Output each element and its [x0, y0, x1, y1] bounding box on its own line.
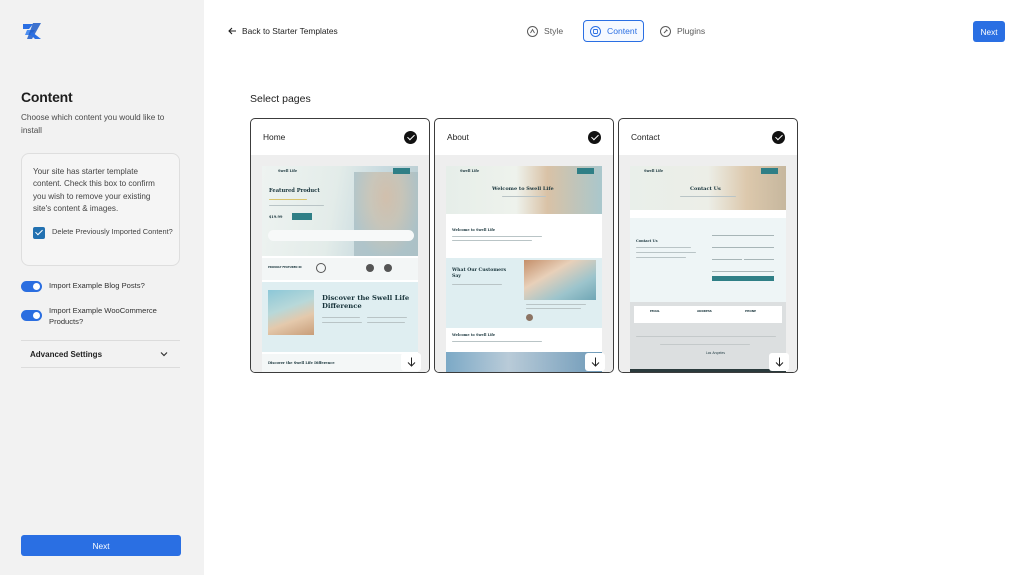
preview-heading: Contact Us [690, 186, 721, 192]
preview-heading: Featured Product [269, 188, 320, 194]
divider [21, 367, 180, 368]
brand-name: Swell Life [644, 169, 664, 173]
back-label: Back to Starter Templates [242, 26, 338, 36]
email-label: EMAIL [650, 309, 660, 313]
preview-subheading: Welcome to Swell Life [452, 228, 496, 232]
card-header: Home [251, 119, 429, 155]
preview-subheading: Contact Us [636, 239, 658, 243]
page-preview: Swell Life Contact Us Contact Us EMAIL A… [619, 155, 797, 372]
download-arrow-icon[interactable] [401, 353, 421, 371]
phone-label: PHONE [745, 309, 757, 313]
import-blog-toggle-row[interactable]: Import Example Blog Posts? [21, 280, 181, 292]
sidebar-title: Content [21, 89, 73, 105]
download-arrow-icon[interactable] [585, 353, 605, 371]
map-city-label: Los Angeles [706, 351, 726, 355]
brand-name: Swell Life [460, 169, 480, 173]
import-blog-label: Import Example Blog Posts? [49, 281, 145, 290]
top-next-button[interactable]: Next [973, 21, 1005, 42]
style-step-icon [527, 25, 538, 37]
selected-check-icon[interactable] [404, 130, 417, 144]
back-to-templates-link[interactable]: Back to Starter Templates [228, 26, 338, 36]
brand-logo-icon [23, 23, 41, 39]
page-preview: Swell Life Featured Product $19.99 PROUD… [251, 155, 429, 372]
chevron-down-icon[interactable] [160, 350, 168, 358]
step-plugins[interactable]: Plugins [654, 20, 711, 42]
preview-heading: Welcome to Swell Life [492, 186, 554, 192]
content-step-icon [590, 25, 601, 37]
card-header: Contact [619, 119, 797, 155]
contact-preview-image: Swell Life Contact Us Contact Us EMAIL A… [630, 166, 786, 372]
existing-content-notice: Your site has starter template content. … [21, 153, 180, 266]
import-woo-toggle-row[interactable]: Import Example WooCommerce Products? [21, 305, 181, 327]
select-pages-heading: Select pages [250, 93, 311, 105]
home-preview-image: Swell Life Featured Product $19.99 PROUD… [262, 166, 418, 372]
sidebar: Content Choose which content you would l… [0, 0, 204, 575]
advanced-settings-toggle[interactable]: Advanced Settings [30, 350, 102, 359]
import-woo-toggle[interactable] [21, 310, 42, 321]
about-preview-image: Swell Life Welcome to Swell Life Welcome… [446, 166, 602, 372]
page-card-home[interactable]: Home Swell Life Featured Product $19.99 … [250, 118, 430, 373]
step-content-label: Content [607, 26, 638, 36]
address-label: ADDRESS [697, 309, 712, 313]
page-preview: Swell Life Welcome to Swell Life Welcome… [435, 155, 613, 372]
step-style[interactable]: Style [521, 20, 569, 42]
brand-name: Swell Life [278, 169, 298, 173]
card-title: About [447, 132, 469, 142]
preview-discover: Discover the Swell Life Difference [322, 294, 410, 310]
plugin-step-icon [660, 25, 671, 37]
arrow-left-icon [228, 27, 236, 35]
selected-check-icon[interactable] [772, 130, 785, 144]
delete-content-checkbox-row[interactable]: Delete Previously Imported Content? [33, 226, 173, 239]
delete-content-checkbox[interactable] [33, 227, 45, 239]
step-style-label: Style [544, 26, 564, 36]
delete-content-label: Delete Previously Imported Content? [52, 227, 173, 236]
preview-customers: What Our Customers Say [452, 268, 507, 279]
preview-welcome-2: Welcome to Swell Life [452, 333, 496, 337]
card-header: About [435, 119, 613, 155]
sidebar-next-button[interactable]: Next [21, 535, 181, 556]
import-woo-label: Import Example WooCommerce Products? [49, 306, 157, 326]
notice-text: Your site has starter template content. … [33, 167, 155, 213]
sidebar-description: Choose which content you would like to i… [21, 113, 165, 135]
preview-discover-2: Discover the Swell Life Difference [268, 361, 335, 365]
divider [21, 340, 180, 341]
page-card-about[interactable]: About Swell Life Welcome to Swell Life W… [434, 118, 614, 373]
card-title: Home [263, 132, 286, 142]
step-content[interactable]: Content [583, 20, 645, 42]
import-blog-toggle[interactable] [21, 281, 42, 292]
selected-check-icon[interactable] [588, 130, 601, 144]
download-arrow-icon[interactable] [769, 353, 789, 371]
page-card-contact[interactable]: Contact Swell Life Contact Us Contact Us… [618, 118, 798, 373]
step-plugins-label: Plugins [677, 26, 706, 36]
featured-in-label: PROUDLY FEATURED IN [268, 266, 302, 269]
preview-price: $19.99 [269, 215, 283, 219]
card-title: Contact [631, 132, 660, 142]
